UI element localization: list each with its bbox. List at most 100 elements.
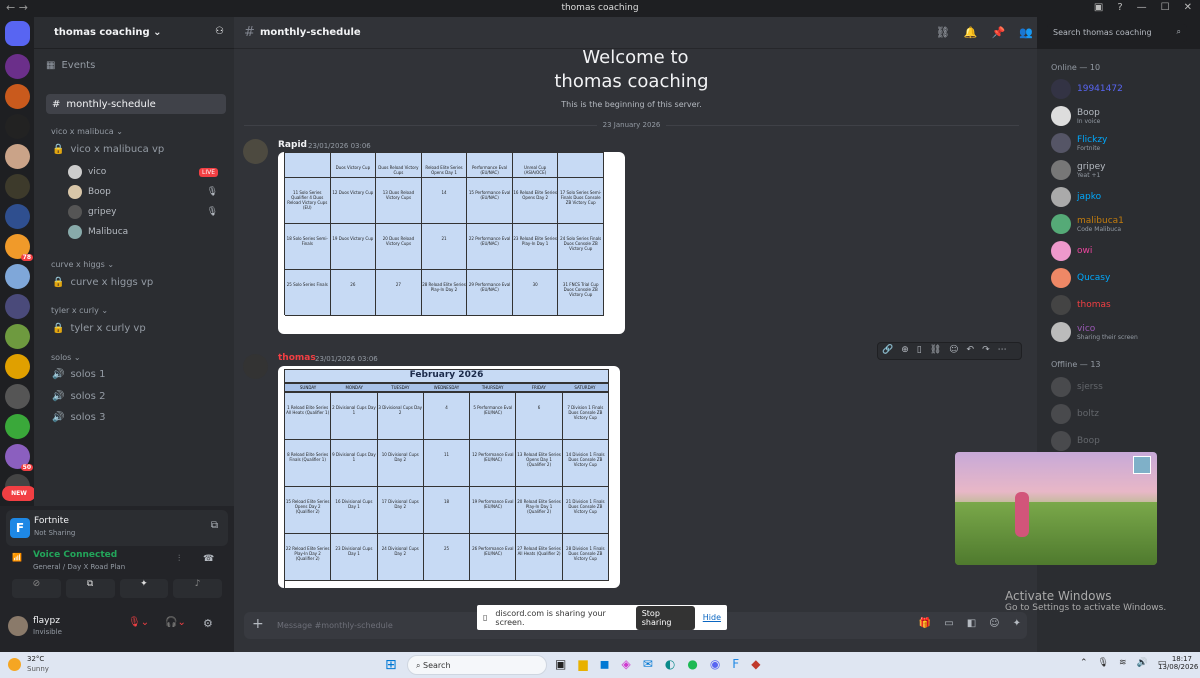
activities-button[interactable]: ✦: [119, 579, 169, 598]
voice-channel[interactable]: 🔒 curve x higgs vp: [52, 277, 153, 288]
avatar[interactable]: [243, 139, 268, 164]
mail-icon[interactable]: ✉: [643, 657, 653, 671]
notification-bell-icon[interactable]: 🔔: [964, 26, 978, 39]
voice-channel[interactable]: 🔒 tyler x curly vp: [52, 323, 146, 334]
add-member-icon[interactable]: ⚇: [215, 26, 224, 37]
app-icon[interactable]: ◆: [751, 657, 760, 671]
more-icon[interactable]: ⋯: [998, 345, 1007, 357]
emoji-icon[interactable]: ☺: [949, 345, 958, 357]
reply-icon[interactable]: ↶: [967, 345, 975, 357]
member-item[interactable]: thomas: [1051, 295, 1191, 315]
weather-icon[interactable]: [8, 658, 21, 671]
pin-icon[interactable]: ⛓: [930, 345, 941, 357]
member-item[interactable]: sjerss: [1051, 377, 1191, 397]
signal-icon[interactable]: 📶: [12, 553, 22, 562]
link-icon[interactable]: 🔗: [882, 345, 893, 357]
server-icon[interactable]: 78: [5, 234, 33, 261]
apps-icon[interactable]: ✦: [1013, 618, 1021, 629]
server-icon[interactable]: 50: [5, 444, 33, 471]
voice-channel[interactable]: 🔒 vico x malibuca vp: [52, 144, 164, 155]
minimize-button[interactable]: —: [1137, 2, 1147, 13]
server-icon[interactable]: [5, 384, 30, 409]
hide-button[interactable]: Hide: [703, 613, 721, 622]
member-item[interactable]: gripey Yeat +1: [1051, 160, 1191, 180]
server-icon[interactable]: [5, 294, 30, 319]
mute-mic-icon[interactable]: 🎙⌄: [128, 617, 149, 628]
category-label[interactable]: tyler x curly ⌄: [51, 306, 108, 315]
voice-channel-name[interactable]: General / Day X Road Plan: [33, 563, 125, 571]
message-input[interactable]: Message #monthly-schedule: [277, 621, 393, 630]
server-icon[interactable]: [5, 414, 30, 439]
server-icon[interactable]: [5, 144, 30, 169]
thread-icon[interactable]: ⊕: [901, 345, 909, 357]
voice-user[interactable]: Malibuca: [68, 225, 218, 239]
member-item[interactable]: owi: [1051, 241, 1191, 261]
voice-channel[interactable]: 🔊 solos 1: [52, 369, 105, 380]
calendar-image-february[interactable]: February 2026 SUNDAY MONDAY TUESDAY WEDNESD…: [278, 366, 620, 588]
close-button[interactable]: ✕: [1184, 2, 1192, 13]
server-icon[interactable]: [5, 54, 30, 79]
inbox-icon[interactable]: ▣: [1094, 2, 1103, 13]
calendar-image-january[interactable]: Duos Victory Cup Duos Reload Victory Cups…: [278, 152, 625, 334]
edge-icon[interactable]: ◐: [665, 657, 675, 671]
forward-icon[interactable]: ↷: [982, 345, 990, 357]
server-icon[interactable]: [5, 174, 30, 199]
weather-temp[interactable]: 32°C: [27, 655, 44, 663]
member-item[interactable]: malibuca1 Code Malibuca: [1051, 214, 1191, 234]
share-screen-icon[interactable]: ⧉: [211, 520, 218, 531]
member-item[interactable]: 19941472: [1051, 79, 1191, 99]
server-search[interactable]: Search thomas coaching ⌕: [1047, 24, 1187, 42]
server-icon[interactable]: [5, 84, 30, 109]
add-attachment-icon[interactable]: +: [252, 616, 264, 632]
noise-suppression-icon[interactable]: ⫶: [178, 554, 180, 564]
server-icon[interactable]: [5, 324, 30, 349]
member-item[interactable]: Boop In voice: [1051, 106, 1191, 126]
voice-user[interactable]: gripey 🎙: [68, 205, 218, 219]
soundboard-button[interactable]: ♪: [173, 579, 222, 598]
voice-status[interactable]: Voice Connected: [33, 550, 117, 560]
sticker-icon[interactable]: ◧: [967, 618, 976, 629]
emoji-icon[interactable]: ☺: [989, 618, 999, 629]
server-header[interactable]: thomas coaching ⌄ ⚇: [34, 17, 234, 49]
store-icon[interactable]: ◼: [600, 657, 610, 671]
file-explorer-icon[interactable]: ▆: [578, 657, 587, 671]
member-item[interactable]: Boop: [1051, 431, 1191, 451]
member-list-icon[interactable]: 👥: [1019, 26, 1033, 39]
taskbar-search[interactable]: ⌕ Search: [407, 655, 547, 675]
threads-icon[interactable]: ⛓: [936, 26, 950, 39]
member-item[interactable]: Qucasy: [1051, 268, 1191, 288]
voice-user[interactable]: vico LIVE: [68, 165, 218, 179]
gift-icon[interactable]: 🎁: [919, 618, 931, 629]
channel-monthly-schedule[interactable]: # monthly-schedule: [46, 94, 226, 114]
member-item[interactable]: boltz: [1051, 404, 1191, 424]
camera-button[interactable]: ⊘: [12, 579, 61, 598]
user-avatar[interactable]: [8, 616, 28, 636]
message-author[interactable]: thomas: [278, 353, 316, 363]
volume-icon[interactable]: 🔊: [1137, 658, 1148, 668]
start-icon[interactable]: ⊞: [385, 657, 397, 673]
server-icon[interactable]: [5, 264, 30, 289]
message-author[interactable]: Rapid: [278, 140, 307, 150]
screen-share-button[interactable]: ⧉: [65, 579, 115, 598]
settings-gear-icon[interactable]: ⚙: [203, 617, 213, 630]
pin-icon[interactable]: 📌: [992, 26, 1006, 39]
category-label[interactable]: vico x malibuca ⌄: [51, 127, 123, 136]
gif-icon[interactable]: ▭: [944, 618, 953, 629]
new-pill[interactable]: NEW: [2, 486, 36, 501]
events-item[interactable]: ▦ Events: [46, 60, 95, 71]
voice-channel[interactable]: 🔊 solos 2: [52, 391, 105, 402]
voice-channel[interactable]: 🔊 solos 3: [52, 412, 105, 423]
username[interactable]: flaypz: [33, 616, 60, 626]
member-item[interactable]: vico Sharing their screen: [1051, 322, 1191, 342]
fortnite-icon[interactable]: F: [732, 657, 739, 671]
spotify-icon[interactable]: ●: [687, 657, 697, 671]
search-input[interactable]: Search thomas coaching: [1053, 28, 1152, 37]
avatar[interactable]: [243, 354, 268, 379]
bookmark-icon[interactable]: ▯: [917, 345, 922, 357]
deafen-icon[interactable]: 🎧⌄: [165, 617, 186, 628]
category-label[interactable]: curve x higgs ⌄: [51, 260, 114, 269]
category-label[interactable]: solos ⌄: [51, 353, 81, 362]
clock[interactable]: 18:17 13/08/2026: [1158, 655, 1198, 671]
maximize-button[interactable]: ☐: [1161, 2, 1170, 13]
discord-home-icon[interactable]: [5, 21, 30, 46]
